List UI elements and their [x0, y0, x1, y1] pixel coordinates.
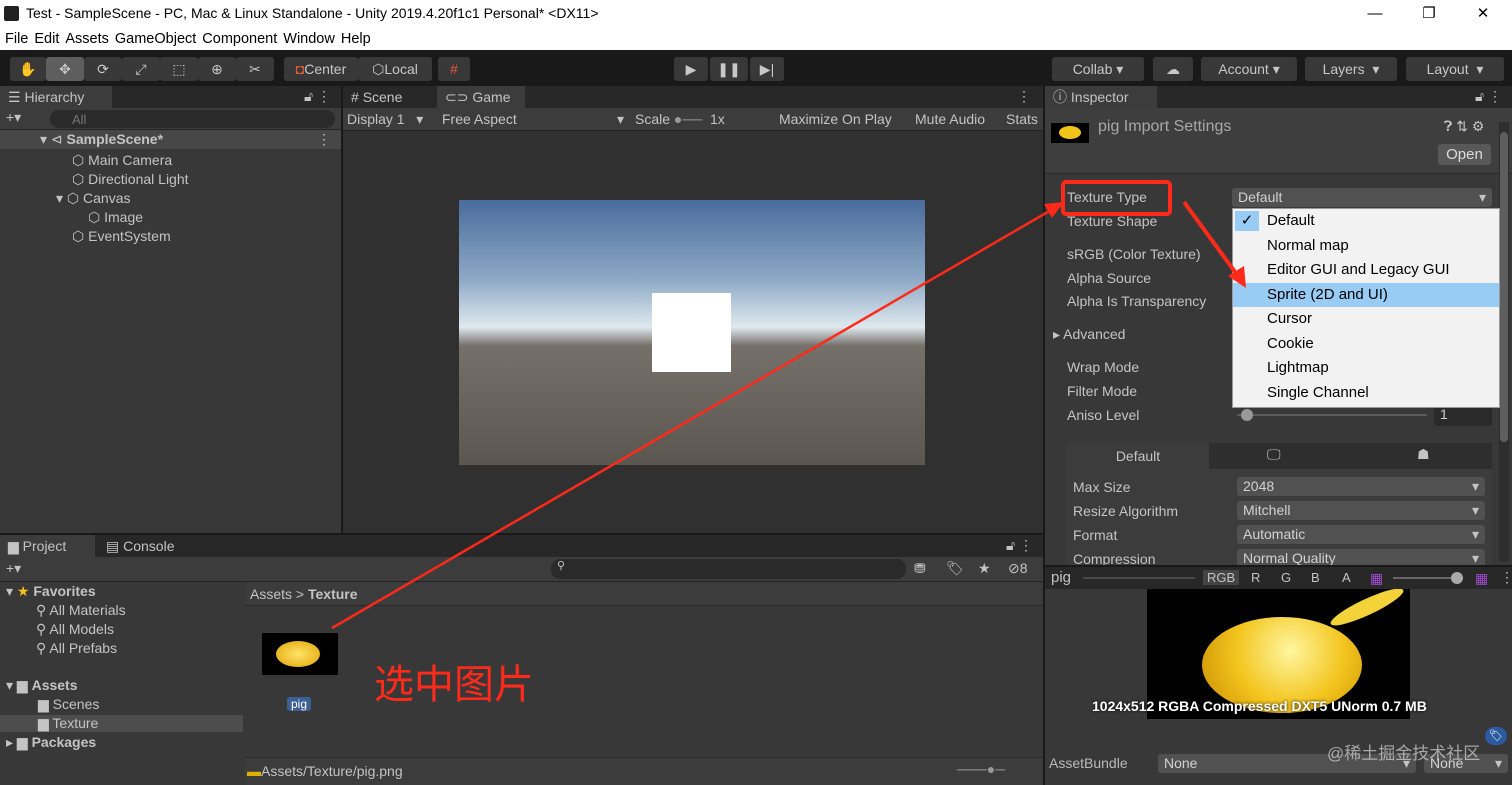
- arrow-line: [331, 204, 1059, 630]
- arrow-line: [1182, 200, 1240, 278]
- highlight-box: [1061, 180, 1172, 216]
- annotation-overlay: [331, 180, 1246, 630]
- annotation-text: 选中图片: [374, 662, 534, 708]
